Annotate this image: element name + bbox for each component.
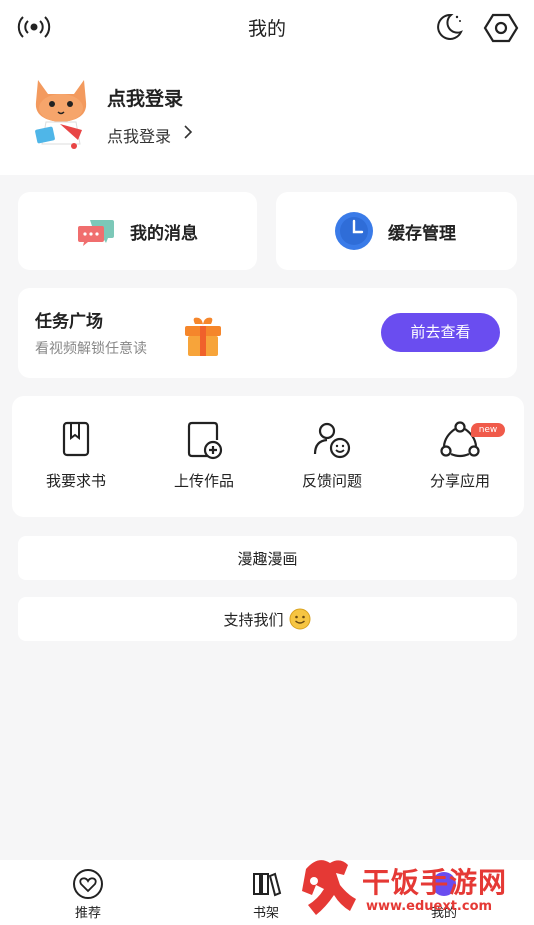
nav-recommend-label: 推荐: [74, 906, 101, 921]
feedback-button[interactable]: 反馈问题: [268, 396, 396, 517]
moon-icon[interactable]: [431, 10, 465, 44]
watermark-brand: 干饭手游网: [362, 866, 508, 899]
chevron-right-icon: [183, 124, 193, 144]
manqu-comic-row[interactable]: 漫趣漫画: [18, 536, 517, 580]
feedback-icon: [268, 420, 396, 460]
avatar[interactable]: [30, 74, 92, 152]
view-tasks-button[interactable]: 前去查看: [381, 313, 500, 352]
upload-work-button[interactable]: 上传作品: [140, 396, 268, 517]
tools-card: 我要求书 上传作品 反馈问题 分享应用: [12, 396, 524, 517]
request-book-button[interactable]: 我要求书: [12, 396, 140, 517]
watermark-logo-icon: [302, 860, 356, 915]
upload-doc-icon: [140, 420, 268, 460]
my-messages-label: 我的消息: [130, 224, 198, 244]
watermark: 干饭手游网 www.eduext.com: [296, 855, 526, 925]
cache-management-card[interactable]: 缓存管理: [276, 192, 517, 270]
clock-icon: [334, 211, 374, 255]
upload-work-label: 上传作品: [173, 472, 234, 490]
settings-icon[interactable]: [483, 10, 519, 46]
my-messages-card[interactable]: 我的消息: [18, 192, 257, 270]
manqu-comic-label: 漫趣漫画: [237, 550, 298, 568]
support-us-label: 支持我们: [223, 611, 284, 629]
heart-icon: [38, 868, 138, 900]
nav-recommend[interactable]: 推荐: [38, 860, 138, 925]
smiley-icon: [289, 608, 311, 634]
share-icon: [396, 420, 524, 460]
task-title: 任务广场: [35, 312, 103, 332]
cache-management-label: 缓存管理: [388, 224, 456, 244]
support-us-row[interactable]: 支持我们: [18, 597, 517, 641]
login-link[interactable]: 点我登录: [107, 123, 171, 147]
share-app-button[interactable]: 分享应用: [396, 396, 524, 517]
request-book-label: 我要求书: [45, 472, 106, 490]
new-badge: new: [471, 423, 505, 437]
task-plaza-card: 任务广场 看视频解锁任意读 前去查看: [18, 288, 517, 378]
share-app-label: 分享应用: [429, 472, 490, 490]
book-icon: [12, 420, 140, 458]
watermark-url: www.eduext.com: [366, 899, 493, 914]
header-area: 我的 点我登录 点我登录: [0, 0, 534, 175]
chat-bubbles-icon: [76, 216, 116, 252]
task-subtitle: 看视频解锁任意读: [35, 341, 147, 357]
feedback-label: 反馈问题: [301, 472, 362, 490]
gift-icon: [181, 314, 225, 362]
profile-name[interactable]: 点我登录: [107, 84, 183, 111]
